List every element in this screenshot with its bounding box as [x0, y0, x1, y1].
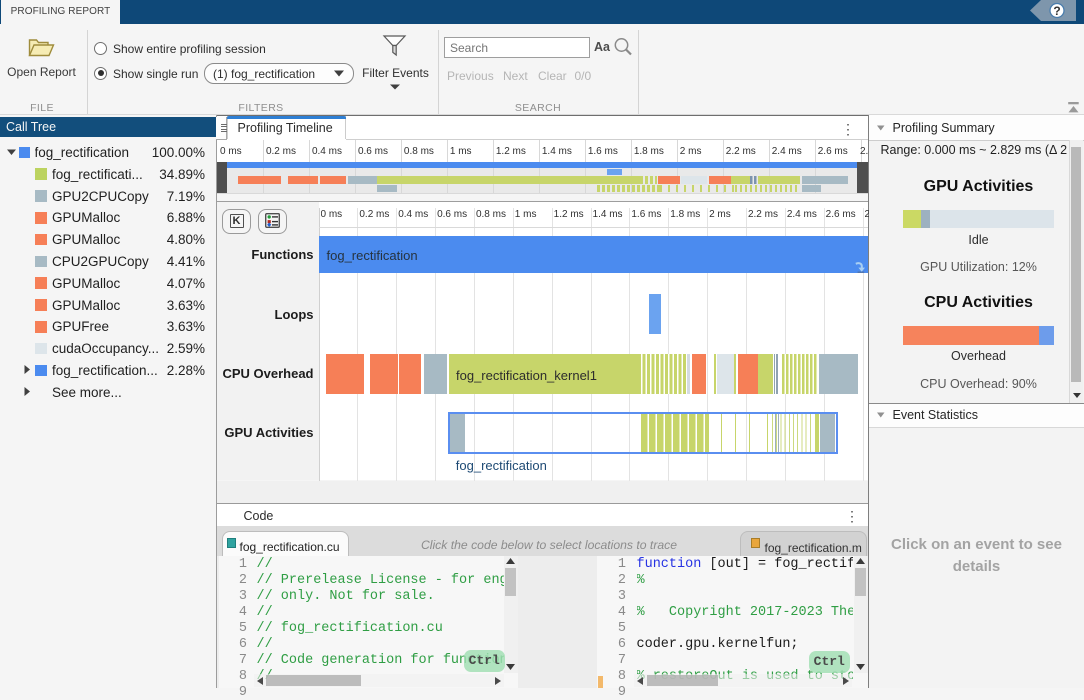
- svg-text:?: ?: [1053, 4, 1060, 18]
